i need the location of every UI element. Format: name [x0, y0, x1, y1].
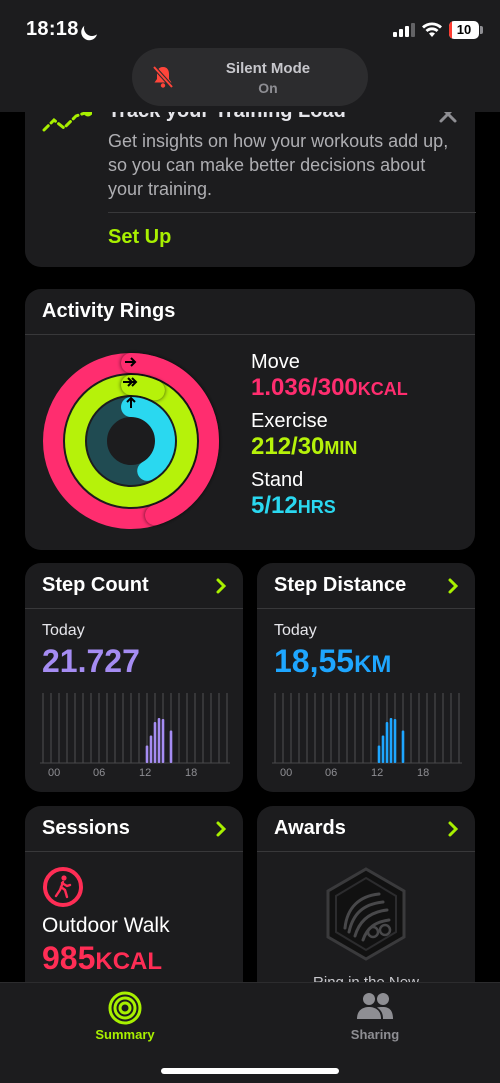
chevron-right-icon[interactable]: [213, 820, 229, 838]
chart-bars: [377, 718, 405, 763]
axis-tick-00: 00: [48, 767, 60, 779]
axis-tick-06: 06: [325, 767, 337, 779]
chart-bar: [393, 719, 397, 763]
chart-gridlines: [272, 693, 462, 764]
axis-tick-00: 00: [280, 767, 292, 779]
chart-bar: [157, 718, 161, 763]
exercise-value: 212/30MIN: [251, 433, 358, 460]
clock: 18:18: [26, 18, 79, 40]
step-distance-value: 18,55KM: [274, 643, 392, 679]
walking-icon: [43, 867, 83, 907]
step-distance-period: Today: [274, 622, 317, 639]
awards-header: Awards: [257, 806, 475, 852]
session-name: Outdoor Walk: [42, 914, 170, 937]
axis-tick-12: 12: [139, 767, 151, 779]
axis-tick-06: 06: [93, 767, 105, 779]
divider: [108, 212, 476, 213]
chart-bar: [385, 722, 389, 763]
wifi-icon: [422, 22, 442, 37]
step-count-period: Today: [42, 622, 85, 639]
step-distance-header: Step Distance: [257, 563, 475, 609]
activity-rings-title: Activity Rings: [42, 300, 176, 322]
sessions-header: Sessions: [25, 806, 243, 852]
step-count-title: Step Count: [42, 574, 149, 596]
step-distance-card[interactable]: Step Distance Today 18,55KM 00 06 12 18: [257, 563, 475, 792]
activity-rings-card[interactable]: Activity Rings Move 1.036/300KCAL Exerci…: [25, 289, 475, 550]
step-count-value: 21.727: [42, 643, 140, 679]
chart-bar: [153, 722, 157, 763]
sharing-people-icon: [357, 993, 393, 1019]
step-distance-title: Step Distance: [274, 574, 407, 596]
step-count-card[interactable]: Step Count Today 21.727 00 06 12 18: [25, 563, 243, 792]
training-load-description: Get insights on how your workouts add up…: [108, 131, 449, 199]
chart-bar: [149, 735, 153, 763]
battery-nub: [480, 26, 483, 34]
chart-bar: [161, 719, 165, 763]
awards-title: Awards: [274, 817, 346, 839]
sessions-title: Sessions: [42, 817, 130, 839]
chart-bars: [145, 718, 173, 763]
awards-card[interactable]: Awards Ring in the New: [257, 806, 475, 1006]
move-value: 1.036/300KCAL: [251, 374, 408, 401]
battery-icon: 10: [449, 21, 479, 39]
tab-sharing-label: Sharing: [350, 1027, 400, 1042]
set-up-button[interactable]: Set Up: [108, 226, 171, 249]
chart-bar: [381, 735, 385, 763]
move-label: Move: [251, 351, 300, 373]
tab-summary-label: Summary: [95, 1027, 155, 1042]
stand-label: Stand: [251, 469, 304, 491]
chart-bar: [377, 745, 381, 763]
session-calories: 985KCAL: [42, 940, 163, 976]
chart-bar: [401, 730, 405, 763]
exercise-label: Exercise: [251, 410, 328, 432]
axis-tick-12: 12: [371, 767, 383, 779]
award-badge-icon: [326, 867, 406, 961]
axis-tick-18: 18: [417, 767, 429, 779]
axis-tick-18: 18: [185, 767, 197, 779]
chart-bar: [169, 730, 173, 763]
silent-mode-title: Silent Mode: [225, 60, 311, 77]
chevron-right-icon[interactable]: [213, 577, 229, 595]
chevron-right-icon[interactable]: [445, 577, 461, 595]
stand-value: 5/12HRS: [251, 492, 336, 519]
summary-rings-icon: [108, 991, 142, 1025]
activity-rings-header: Activity Rings: [25, 289, 475, 335]
sessions-card[interactable]: Sessions Outdoor Walk 985KCAL: [25, 806, 243, 1006]
cellular-signal-icon: [393, 23, 415, 37]
silent-mode-banner[interactable]: Silent Mode On: [132, 48, 368, 106]
tab-sharing[interactable]: Sharing: [250, 983, 500, 1053]
silent-mode-state: On: [258, 80, 278, 96]
focus-moon-icon: [82, 18, 103, 39]
chart-bar: [389, 718, 393, 763]
step-distance-chart: 00 06 12 18: [272, 693, 462, 779]
step-count-chart: 00 06 12 18: [40, 693, 230, 779]
step-count-header: Step Count: [25, 563, 243, 609]
chevron-right-icon[interactable]: [445, 820, 461, 838]
chart-bar: [145, 745, 149, 763]
activity-rings-graphic: [43, 353, 219, 529]
home-indicator[interactable]: [161, 1068, 339, 1074]
chart-gridlines: [40, 693, 230, 764]
tab-summary[interactable]: Summary: [0, 983, 250, 1053]
